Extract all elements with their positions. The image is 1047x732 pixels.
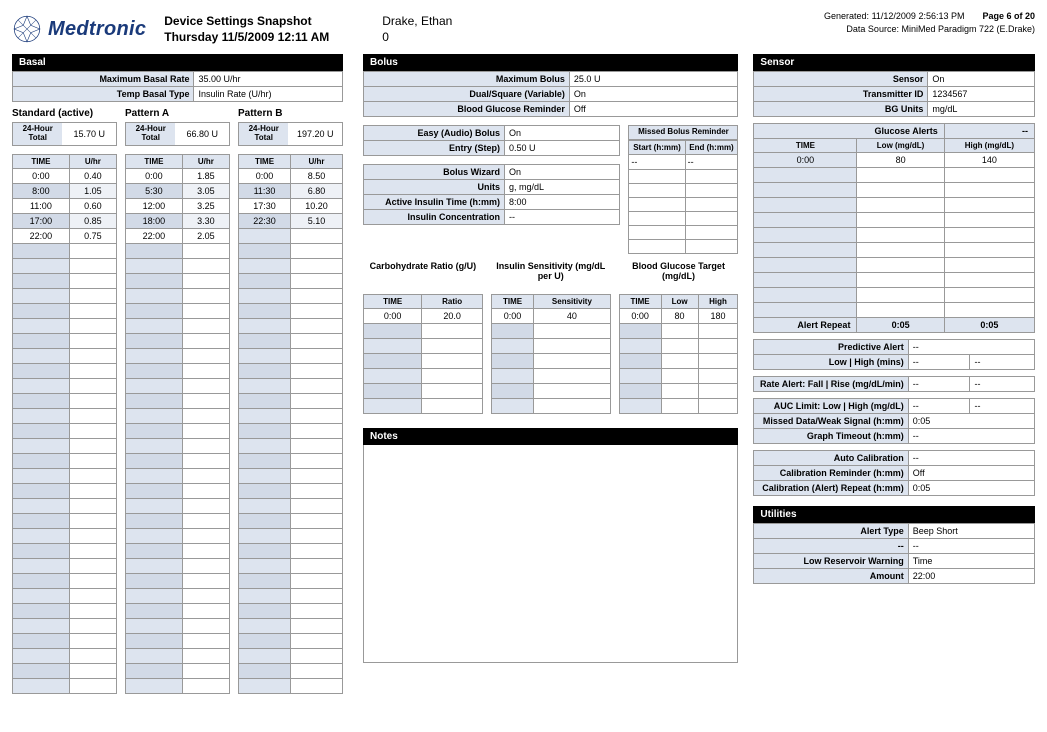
basal-header: Basal [12,54,343,71]
basal-patternA: Pattern A 24-HourTotal66.80 UTIMEU/hr0:0… [125,108,230,694]
utilities-header: Utilities [753,506,1035,523]
medtronic-icon [12,14,42,44]
basal-patternB: Pattern B 24-HourTotal197.20 UTIMEU/hr0:… [238,108,343,694]
bolus-settings-2: Easy (Audio) BolusOnEntry (Step)0.50 U [363,125,620,156]
auc-settings: AUC Limit: Low | High (mg/dL)----Missed … [753,398,1035,444]
patient-block: Drake, Ethan 0 [382,8,582,44]
basal-settings: Maximum Basal Rate35.00 U/hr Temp Basal … [12,71,343,102]
glucose-alerts: Glucose Alerts--TIMELow (mg/dL)High (mg/… [753,123,1035,333]
brand: Medtronic [48,18,146,41]
basal-standard: Standard (active) 24-HourTotal15.70 UTIM… [12,108,117,694]
page-num: Page 6 of 20 [982,10,1035,23]
header-title-block: Device Settings Snapshot Thursday 11/5/2… [164,8,364,44]
patient-name: Drake, Ethan [382,14,582,28]
utilities-settings: Alert TypeBeep Short----Low Reservoir Wa… [753,523,1035,584]
predictive-alert: Predictive Alert--Low | High (mins)---- [753,339,1035,370]
sensor-column: Sensor SensorOnTransmitter ID1234567BG U… [753,54,1035,694]
basal-column: Basal Maximum Basal Rate35.00 U/hr Temp … [12,54,343,694]
bolus-settings-1: Maximum Bolus25.0 UDual/Square (Variable… [363,71,738,117]
sensor-settings: SensorOnTransmitter ID1234567BG Unitsmg/… [753,71,1035,117]
calibration-settings: Auto Calibration--Calibration Reminder (… [753,450,1035,496]
carb-table: Carbohydrate Ratio (g/U)TIMERatio0:0020.… [363,262,483,414]
utilities-section: Utilities Alert TypeBeep Short----Low Re… [753,506,1035,584]
header: Medtronic Device Settings Snapshot Thurs… [12,8,1035,44]
missed-bolus: Missed Bolus Reminder Start (h:mm)End (h… [628,125,738,254]
sens-table: Insulin Sensitivity (mg/dL per U)TIMESen… [491,262,611,414]
bolus-header: Bolus [363,54,738,71]
bg-table: Blood Glucose Target (mg/dL)TIMELowHigh0… [619,262,739,414]
notes-header: Notes [363,428,738,445]
logo: Medtronic [12,8,146,44]
report-title: Device Settings Snapshot [164,14,364,28]
rate-alert: Rate Alert: Fall | Rise (mg/dL/min)---- [753,376,1035,392]
bolus-column: Bolus Maximum Bolus25.0 UDual/Square (Va… [363,54,738,694]
generated: Generated: 11/12/2009 2:56:13 PM [824,11,964,21]
report-date: Thursday 11/5/2009 12:11 AM [164,30,364,44]
bolus-settings-3: Bolus WizardOnUnitsg, mg/dLActive Insuli… [363,164,620,225]
header-meta: Generated: 11/12/2009 2:56:13 PM Page 6 o… [824,8,1035,35]
sensor-header: Sensor [753,54,1035,71]
notes-section: Notes [363,428,738,663]
patient-zero: 0 [382,30,582,44]
notes-body [363,445,738,663]
data-source: Data Source: MiniMed Paradigm 722 (E.Dra… [824,23,1035,36]
